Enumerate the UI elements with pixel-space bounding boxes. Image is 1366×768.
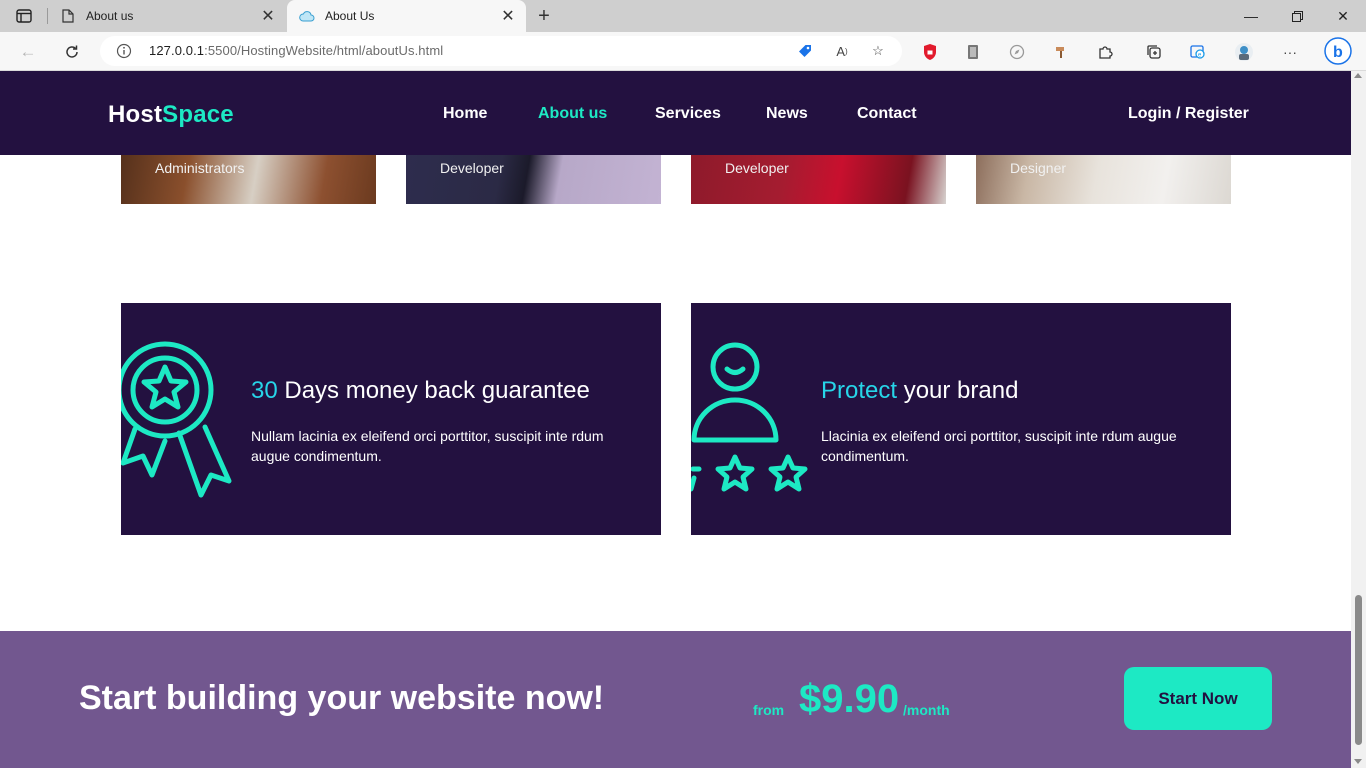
cta-title: Start building your website now!	[79, 679, 605, 717]
page-viewport: Administrators Developer Developer Desig…	[0, 71, 1351, 768]
url-field[interactable]: 127.0.0.1:5500/HostingWebsite/html/about…	[100, 36, 902, 66]
feature-title-rest: Days money back guarantee	[277, 377, 590, 404]
ie-mode-icon[interactable]: e	[1186, 41, 1210, 63]
start-now-button[interactable]: Start Now	[1124, 667, 1272, 730]
url-host: 127.0.0.1	[149, 43, 205, 58]
new-tab-icon[interactable]: +	[532, 4, 556, 28]
feature-title-rest: your brand	[897, 377, 1019, 404]
page-icon	[60, 8, 76, 24]
site-header: HostSpace Home About us Services News Co…	[0, 71, 1351, 155]
nav-about-us[interactable]: About us	[538, 105, 607, 123]
feature-description: Nullam lacinia ex eleifend orci porttito…	[251, 428, 604, 464]
extension-icon[interactable]	[961, 41, 985, 63]
team-role: Developer	[440, 160, 504, 176]
extensions-puzzle-icon[interactable]	[1093, 41, 1117, 63]
logo-text-host: Host	[108, 101, 163, 128]
feature-title-highlight: Protect	[821, 377, 898, 404]
team-role: Administrators	[155, 160, 245, 176]
restore-icon[interactable]	[1274, 0, 1320, 32]
close-icon[interactable]: ✕	[256, 4, 280, 28]
feature-description: Llacinia ex eleifend orci porttitor, sus…	[821, 428, 1177, 464]
feature-title: 30 Days money back guarantee	[251, 377, 590, 405]
price-from-label: from	[753, 702, 785, 718]
svg-text:b: b	[1333, 44, 1343, 61]
login-register-link[interactable]: Login / Register	[1128, 105, 1249, 123]
cloud-icon	[299, 8, 315, 24]
nav-home[interactable]: Home	[443, 105, 487, 123]
paint-extension-icon[interactable]	[1049, 41, 1073, 63]
refresh-icon[interactable]	[58, 38, 86, 66]
scroll-thumb[interactable]	[1355, 595, 1362, 745]
add-favorite-icon[interactable]: ☆	[867, 41, 889, 61]
collections-icon[interactable]	[1142, 41, 1166, 63]
minimize-icon[interactable]: —	[1228, 0, 1274, 32]
feature-card-protect-brand: Protect your brand Llacinia ex eleifend …	[691, 303, 1231, 535]
price-tag-icon[interactable]	[794, 41, 816, 61]
site-logo[interactable]: HostSpace	[108, 101, 234, 129]
price-period: /month	[903, 702, 950, 718]
browser-tab-about-us-active[interactable]: About Us ✕	[287, 0, 526, 32]
compass-extension-icon[interactable]	[1005, 41, 1029, 63]
scroll-down-icon[interactable]	[1354, 759, 1362, 764]
page-scrollbar[interactable]	[1351, 71, 1366, 768]
read-aloud-icon[interactable]: A)	[831, 41, 853, 61]
nav-services[interactable]: Services	[655, 105, 721, 123]
tab-actions-icon[interactable]	[10, 6, 38, 26]
nav-contact[interactable]: Contact	[857, 105, 917, 123]
feature-title: Protect your brand	[821, 377, 1018, 405]
shield-extension-icon[interactable]	[918, 41, 942, 63]
scroll-up-icon[interactable]	[1354, 73, 1362, 78]
feature-title-highlight: 30	[251, 377, 278, 404]
price-value: $9.90	[799, 677, 900, 721]
browser-tab-about-us[interactable]: About us ✕	[48, 0, 286, 32]
tab-title: About Us	[325, 9, 375, 23]
url-text: 127.0.0.1:5500/HostingWebsite/html/about…	[149, 43, 443, 58]
user-rating-icon	[691, 342, 808, 492]
url-path: :5500/HostingWebsite/html/aboutUs.html	[204, 43, 444, 58]
profile-avatar-icon[interactable]	[1232, 41, 1256, 63]
back-icon[interactable]: ←	[14, 38, 42, 66]
close-icon[interactable]: ✕	[496, 4, 520, 28]
team-role: Designer	[1010, 160, 1067, 176]
bing-copilot-icon[interactable]: b	[1323, 36, 1353, 66]
address-bar-row: ← 127.0.0.1:5500/HostingWebsite/html/abo…	[0, 32, 1366, 71]
feature-card-guarantee: 30 Days money back guarantee Nullam laci…	[121, 303, 661, 535]
tab-title: About us	[86, 9, 134, 23]
logo-text-space: Space	[162, 101, 234, 128]
award-ribbon-icon	[121, 341, 232, 498]
close-window-icon[interactable]: ✕	[1320, 0, 1366, 32]
more-options-icon[interactable]: ···	[1278, 41, 1302, 63]
team-role: Developer	[725, 160, 789, 176]
site-info-icon[interactable]	[116, 43, 132, 59]
nav-news[interactable]: News	[766, 105, 808, 123]
cta-banner: Start building your website now! from $9…	[0, 631, 1351, 768]
browser-tab-bar: About us ✕ About Us ✕ + — ✕	[0, 0, 1366, 32]
